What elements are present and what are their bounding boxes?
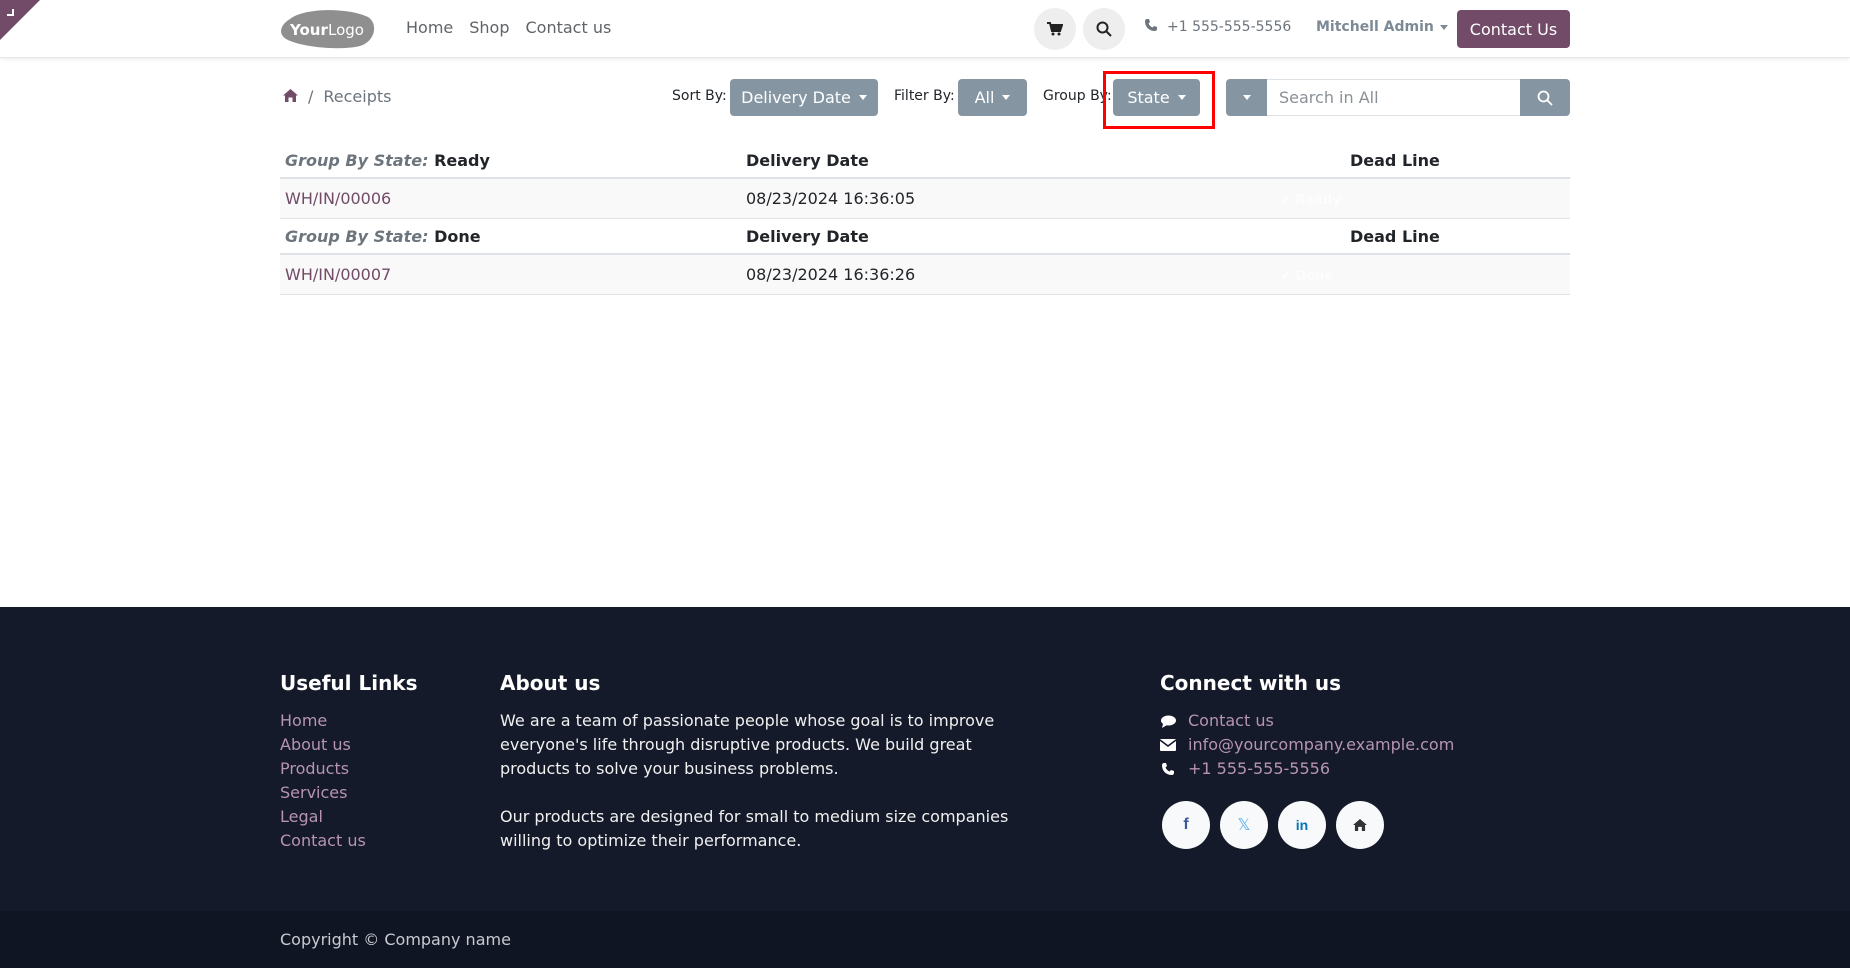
column-header-delivery-date: Delivery Date xyxy=(746,226,869,246)
nav-contact-us[interactable]: Contact us xyxy=(526,18,612,37)
group-state: Ready xyxy=(434,150,490,170)
connect-section: Connect with us Contact us info@yourcomp… xyxy=(1160,671,1454,849)
group-prefix: Group By State: xyxy=(285,150,429,170)
delivery-date-cell: 08/23/2024 16:36:26 xyxy=(746,265,916,284)
edit-corner-badge[interactable] xyxy=(0,0,40,40)
x-twitter-button[interactable]: 𝕏 xyxy=(1220,801,1268,849)
footer-link-about-us[interactable]: About us xyxy=(280,733,418,757)
site-header: Your Logo Home Shop Contact us +1 555-55… xyxy=(0,0,1850,58)
column-header-dead-line: Dead Line xyxy=(1350,226,1440,246)
footer-link-products[interactable]: Products xyxy=(280,757,418,781)
filter-by-value: All xyxy=(974,88,995,107)
sort-by-value: Delivery Date xyxy=(741,88,851,107)
connect-phone-link[interactable]: +1 555-555-5556 xyxy=(1188,757,1330,781)
group-header-cell: Group By State: Done xyxy=(280,227,746,246)
sort-by-label: Sort By: xyxy=(672,88,727,104)
receipts-table: Group By State: Ready Delivery Date Dead… xyxy=(280,143,1570,295)
receipt-reference-link[interactable]: WH/IN/00006 xyxy=(285,189,391,208)
about-paragraph-2: Our products are designed for small to m… xyxy=(500,807,1009,850)
sort-by-dropdown[interactable]: Delivery Date xyxy=(730,79,878,116)
user-name: Mitchell Admin xyxy=(1316,19,1434,35)
column-header-dead-line: Dead Line xyxy=(1350,150,1440,170)
receipt-reference-link[interactable]: WH/IN/00007 xyxy=(285,265,391,284)
home-icon[interactable] xyxy=(283,87,298,106)
delivery-date-cell: 08/23/2024 16:36:05 xyxy=(746,189,916,208)
group-header-row: Group By State: Ready Delivery Date Dead… xyxy=(280,143,1570,179)
facebook-icon: f xyxy=(1183,816,1189,833)
main-nav: Home Shop Contact us xyxy=(406,18,611,37)
envelope-icon xyxy=(1160,739,1176,751)
linkedin-button[interactable]: in xyxy=(1278,801,1326,849)
footer-link-legal[interactable]: Legal xyxy=(280,805,418,829)
nav-shop[interactable]: Shop xyxy=(469,18,509,37)
footer-link-services[interactable]: Services xyxy=(280,781,418,805)
cart-icon xyxy=(1047,22,1063,36)
group-by-label: Group By: xyxy=(1043,88,1112,104)
table-row[interactable]: WH/IN/00007 08/23/2024 16:36:26 ✔ Done xyxy=(280,255,1570,295)
about-section: About us We are a team of passionate peo… xyxy=(500,671,1020,877)
comment-icon xyxy=(1160,715,1176,728)
nav-home[interactable]: Home xyxy=(406,18,453,37)
logo-text-logo: Logo xyxy=(328,21,364,39)
filter-by-label: Filter By: xyxy=(894,88,955,104)
home-social-button[interactable] xyxy=(1336,801,1384,849)
breadcrumb: / Receipts xyxy=(283,87,391,106)
column-header-delivery-date: Delivery Date xyxy=(746,150,869,170)
search-input[interactable] xyxy=(1267,79,1520,116)
about-title: About us xyxy=(500,671,601,695)
header-phone-number: +1 555-555-5556 xyxy=(1167,19,1292,35)
user-menu[interactable]: Mitchell Admin xyxy=(1316,19,1448,35)
connect-title: Connect with us xyxy=(1160,671,1342,695)
copyright-text: Copyright © Company name xyxy=(280,930,511,949)
table-row[interactable]: WH/IN/00006 08/23/2024 16:36:05 ✔ Ready xyxy=(280,179,1570,219)
filter-by-dropdown[interactable]: All xyxy=(958,79,1027,116)
cart-button[interactable] xyxy=(1034,8,1076,50)
useful-links-section: Useful Links Home About us Products Serv… xyxy=(280,671,418,853)
group-state: Done xyxy=(434,226,481,246)
connect-contact-link[interactable]: Contact us xyxy=(1188,709,1274,733)
corner-triangle xyxy=(0,0,40,40)
highlight-box xyxy=(1103,71,1215,129)
chevron-down-icon xyxy=(1242,95,1251,100)
search-group xyxy=(1226,79,1570,116)
state-badge: ✔ Ready xyxy=(1280,193,1341,208)
copyright-bar: Copyright © Company name xyxy=(0,911,1850,968)
about-paragraph-1: We are a team of passionate people whose… xyxy=(500,711,995,778)
linkedin-icon: in xyxy=(1295,817,1309,833)
breadcrumb-current: Receipts xyxy=(323,87,392,106)
search-scope-dropdown[interactable] xyxy=(1226,79,1267,116)
company-logo[interactable]: Your Logo xyxy=(280,9,376,49)
header-phone[interactable]: +1 555-555-5556 xyxy=(1145,19,1291,35)
group-header-row: Group By State: Done Delivery Date Dead … xyxy=(280,219,1570,255)
chevron-down-icon xyxy=(858,95,867,100)
chevron-down-icon xyxy=(1439,24,1448,30)
useful-links-title: Useful Links xyxy=(280,671,418,695)
x-twitter-icon: 𝕏 xyxy=(1237,817,1251,834)
logo-text-your: Your xyxy=(289,21,328,39)
home-icon xyxy=(1353,819,1367,831)
search-icon xyxy=(1537,90,1553,106)
header-search-button[interactable] xyxy=(1083,8,1125,50)
social-links: f 𝕏 in xyxy=(1162,801,1454,849)
phone-icon xyxy=(1145,19,1157,35)
state-badge: ✔ Done xyxy=(1280,269,1334,284)
search-submit-button[interactable] xyxy=(1520,79,1570,116)
footer-link-contact-us[interactable]: Contact us xyxy=(280,829,418,853)
connect-email-link[interactable]: info@yourcompany.example.com xyxy=(1188,733,1454,757)
site-footer: Useful Links Home About us Products Serv… xyxy=(0,607,1850,911)
breadcrumb-separator: / xyxy=(308,87,314,106)
chevron-down-icon xyxy=(1002,95,1011,100)
group-prefix: Group By State: xyxy=(285,226,429,246)
phone-icon xyxy=(1160,763,1176,775)
group-header-cell: Group By State: Ready xyxy=(280,151,746,170)
search-icon xyxy=(1096,21,1112,37)
footer-link-home[interactable]: Home xyxy=(280,709,418,733)
facebook-button[interactable]: f xyxy=(1162,801,1210,849)
contact-us-button[interactable]: Contact Us xyxy=(1457,10,1570,48)
